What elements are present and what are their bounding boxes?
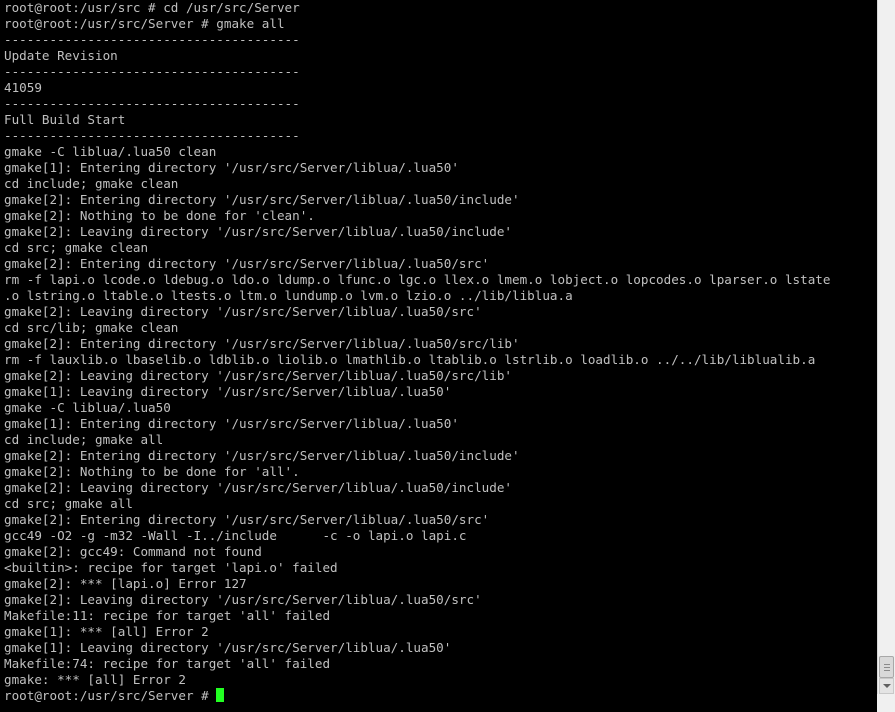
terminal-line: gmake[2]: Entering directory '/usr/src/S… — [4, 336, 520, 351]
terminal-line: cd include; gmake all — [4, 432, 164, 447]
terminal-line: gmake[1]: Entering directory '/usr/src/S… — [4, 160, 459, 175]
terminal-line: gmake[1]: Leaving directory '/usr/src/Se… — [4, 384, 452, 399]
terminal-line: Update Revision — [4, 48, 118, 63]
terminal-output[interactable]: root@root:/usr/src # cd /usr/src/Server r… — [0, 0, 877, 712]
terminal-line: gmake[2]: Leaving directory '/usr/src/Se… — [4, 480, 512, 495]
text-cursor — [216, 688, 225, 702]
terminal-line: root@root:/usr/src # cd /usr/src/Server — [4, 0, 300, 15]
terminal-line: gmake -C liblua/.lua50 — [4, 400, 171, 415]
vertical-scrollbar[interactable] — [877, 0, 895, 712]
terminal-line: gmake[1]: Entering directory '/usr/src/S… — [4, 416, 459, 431]
size-grip[interactable] — [877, 694, 895, 712]
terminal-line: rm -f lapi.o lcode.o ldebug.o ldo.o ldum… — [4, 272, 831, 287]
terminal-line: Makefile:74: recipe for target 'all' fai… — [4, 656, 331, 671]
terminal-line: cd include; gmake clean — [4, 176, 179, 191]
shell-prompt: root@root:/usr/src/Server # — [4, 688, 217, 703]
terminal-line: gmake[2]: Nothing to be done for 'all'. — [4, 464, 300, 479]
terminal-line: Makefile:11: recipe for target 'all' fai… — [4, 608, 331, 623]
terminal-line: <builtin>: recipe for target 'lapi.o' fa… — [4, 560, 338, 575]
terminal-line: gmake[2]: Entering directory '/usr/src/S… — [4, 448, 520, 463]
terminal-line: gmake[2]: Entering directory '/usr/src/S… — [4, 256, 490, 271]
terminal-line: gcc49 -O2 -g -m32 -Wall -I../include -c … — [4, 528, 467, 543]
terminal-line: gmake[2]: *** [lapi.o] Error 127 — [4, 576, 247, 591]
terminal-line: gmake[1]: Leaving directory '/usr/src/Se… — [4, 640, 452, 655]
terminal-line: Full Build Start — [4, 112, 126, 127]
grip-line — [884, 664, 890, 665]
terminal-line: gmake[2]: Entering directory '/usr/src/S… — [4, 512, 490, 527]
terminal-line: root@root:/usr/src/Server # gmake all — [4, 16, 285, 31]
terminal-line: gmake[1]: *** [all] Error 2 — [4, 624, 209, 639]
terminal-line: rm -f lauxlib.o lbaselib.o ldblib.o liol… — [4, 352, 816, 367]
terminal-line: gmake[2]: Leaving directory '/usr/src/Se… — [4, 224, 512, 239]
terminal-line: 41059 — [4, 80, 42, 95]
terminal-line: cd src/lib; gmake clean — [4, 320, 179, 335]
chevron-down-icon — [883, 684, 891, 688]
terminal-line: gmake[2]: Leaving directory '/usr/src/Se… — [4, 368, 512, 383]
terminal-line: --------------------------------------- — [4, 96, 300, 111]
terminal-line: gmake -C liblua/.lua50 clean — [4, 144, 217, 159]
prompt-line[interactable]: root@root:/usr/src/Server # — [4, 688, 877, 704]
terminal-line: gmake[2]: Nothing to be done for 'clean'… — [4, 208, 315, 223]
terminal-line: --------------------------------------- — [4, 32, 300, 47]
terminal-line: gmake[2]: gcc49: Command not found — [4, 544, 262, 559]
scrollbar-thumb[interactable] — [879, 656, 894, 678]
terminal-line: gmake[2]: Entering directory '/usr/src/S… — [4, 192, 520, 207]
terminal-line: gmake: *** [all] Error 2 — [4, 672, 186, 687]
terminal-line: .o lstring.o ltable.o ltests.o ltm.o lun… — [4, 288, 573, 303]
terminal-line: cd src; gmake clean — [4, 240, 149, 255]
terminal-line: --------------------------------------- — [4, 64, 300, 79]
scroll-down-button[interactable] — [879, 678, 894, 694]
terminal-line: gmake[2]: Leaving directory '/usr/src/Se… — [4, 592, 482, 607]
terminal-window: root@root:/usr/src # cd /usr/src/Server r… — [0, 0, 895, 712]
terminal-line: cd src; gmake all — [4, 496, 133, 511]
terminal-line: gmake[2]: Leaving directory '/usr/src/Se… — [4, 304, 482, 319]
grip-line — [884, 670, 890, 671]
grip-line — [884, 667, 890, 668]
terminal-line: --------------------------------------- — [4, 128, 300, 143]
